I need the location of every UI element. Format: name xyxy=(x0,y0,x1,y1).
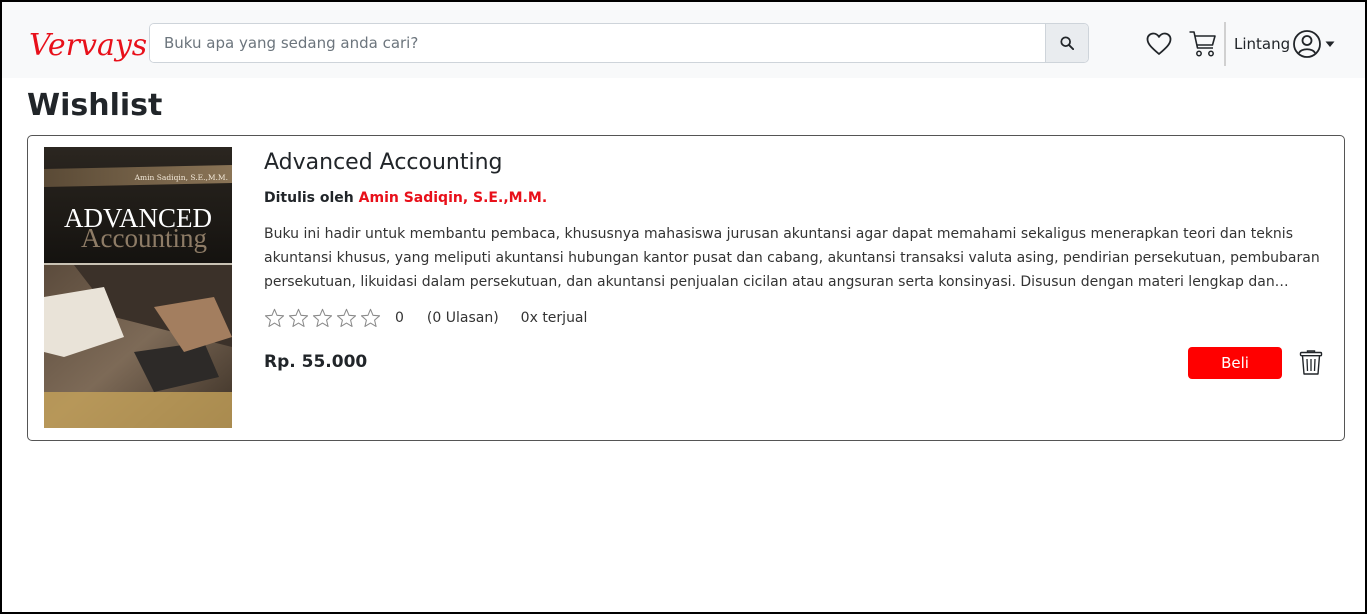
star-icon xyxy=(288,308,309,327)
navbar: Vervays Lintang xyxy=(2,2,1365,78)
star-icon xyxy=(312,308,333,327)
book-cover-art: Amin Sadiqin, S.E.,M.M. ADVANCED Account… xyxy=(44,147,232,428)
search-input[interactable] xyxy=(150,24,1045,62)
search-icon xyxy=(1060,36,1074,50)
review-count: (0 Ulasan) xyxy=(426,310,499,326)
rating-row: 0 (0 Ulasan) 0x terjual xyxy=(264,308,587,328)
user-name: Lintang xyxy=(1234,35,1291,53)
search-button[interactable] xyxy=(1045,24,1088,62)
brand-logo[interactable]: Vervays xyxy=(29,26,147,66)
wishlist-button[interactable] xyxy=(1146,32,1172,60)
rating-value: 0 xyxy=(395,310,404,326)
nav-divider xyxy=(1224,22,1226,66)
user-menu[interactable]: Lintang xyxy=(1234,29,1336,59)
author-prefix: Ditulis oleh xyxy=(264,190,354,206)
star-icon xyxy=(360,308,381,327)
rating-stars xyxy=(264,308,381,328)
cover-title-line2: Accounting xyxy=(81,223,207,253)
book-cover[interactable]: Amin Sadiqin, S.E.,M.M. ADVANCED Account… xyxy=(44,147,232,428)
star-icon xyxy=(264,308,285,327)
cart-button[interactable] xyxy=(1188,30,1218,62)
wishlist-item: Amin Sadiqin, S.E.,M.M. ADVANCED Account… xyxy=(27,135,1345,441)
user-avatar-icon xyxy=(1293,30,1322,58)
author-name[interactable]: Amin Sadiqin, S.E.,M.M. xyxy=(359,190,548,206)
remove-from-wishlist-button[interactable] xyxy=(1299,349,1323,380)
author-line: Ditulis oleh Amin Sadiqin, S.E.,M.M. xyxy=(264,190,547,206)
book-price: Rp. 55.000 xyxy=(264,352,368,372)
star-icon xyxy=(336,308,357,327)
book-title[interactable]: Advanced Accounting xyxy=(264,150,503,175)
heart-icon xyxy=(1146,32,1172,55)
page-title: Wishlist xyxy=(27,88,163,123)
cover-author-text: Amin Sadiqin, S.E.,M.M. xyxy=(134,173,228,182)
trash-icon xyxy=(1299,350,1323,375)
caret-down-icon xyxy=(1325,41,1335,47)
cart-icon xyxy=(1189,31,1216,57)
sold-count: 0x terjual xyxy=(520,310,588,326)
search-bar xyxy=(149,23,1089,63)
book-description: Buku ini hadir untuk membantu pembaca, k… xyxy=(264,226,1320,290)
buy-button[interactable]: Beli xyxy=(1188,347,1282,379)
